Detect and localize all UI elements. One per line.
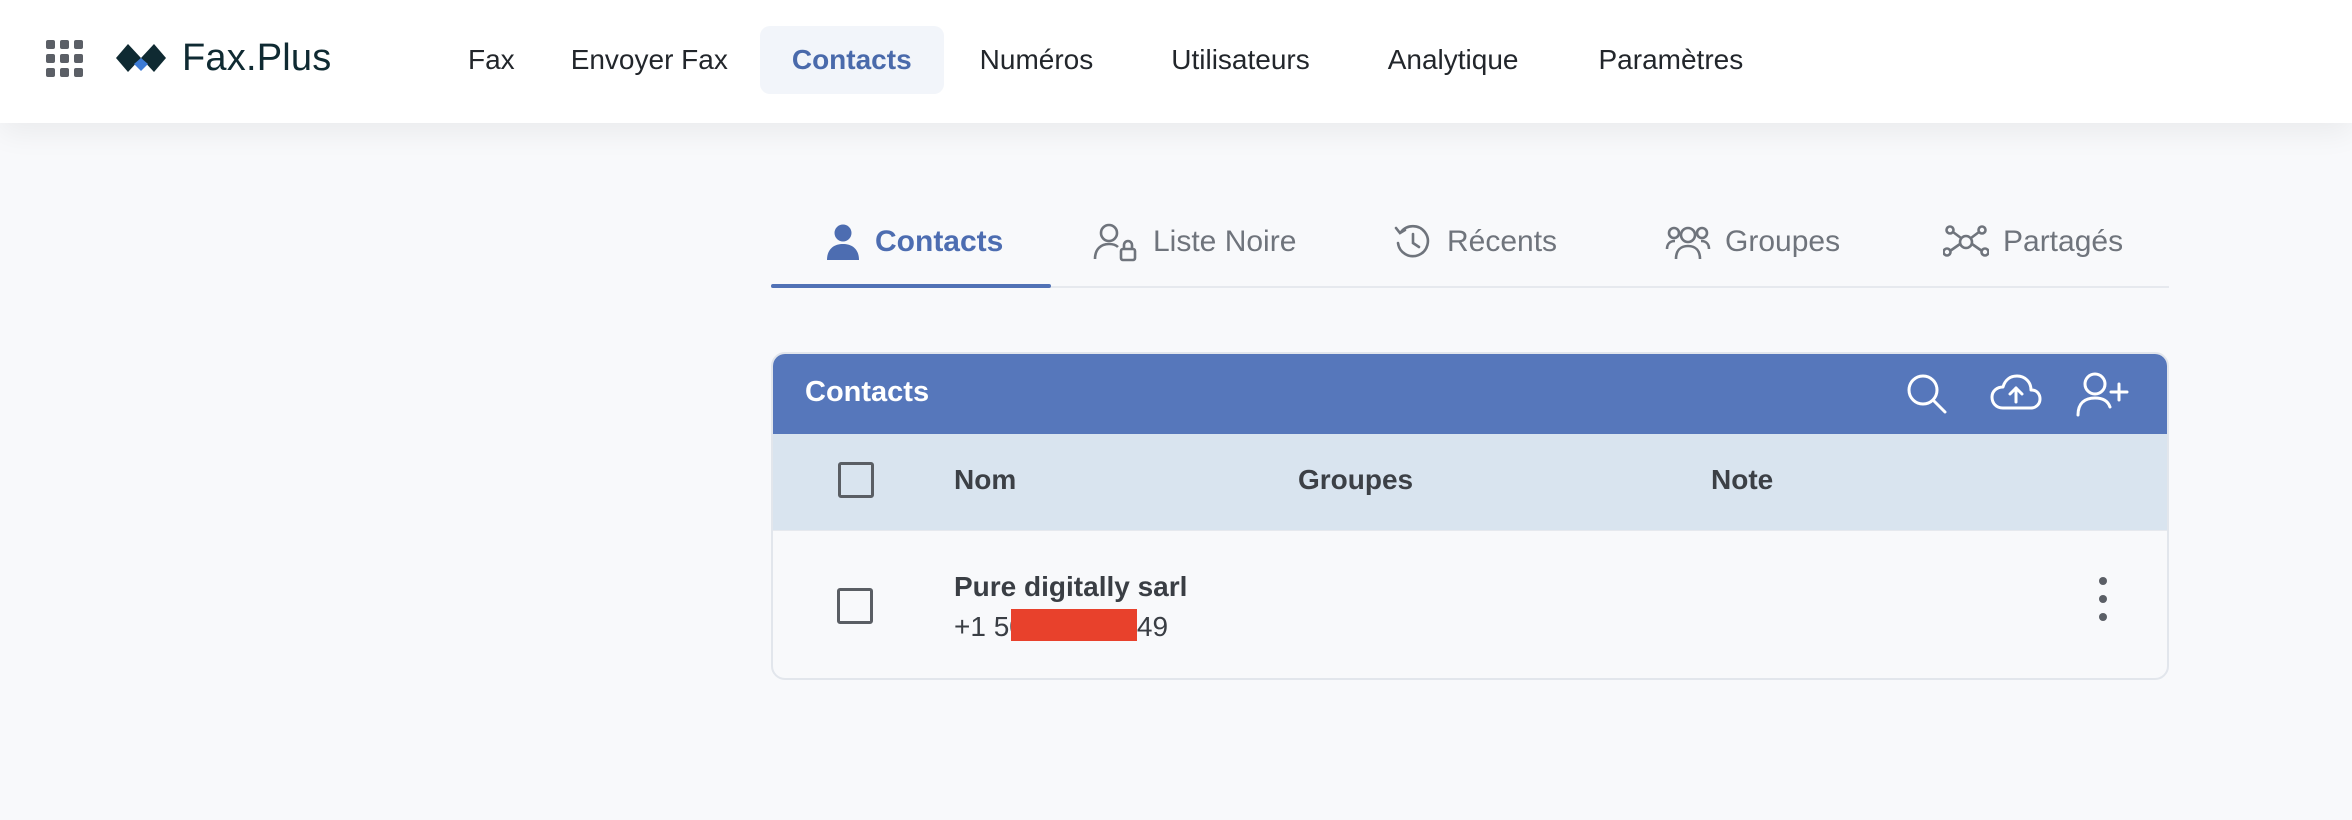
column-groups: Groupes — [1298, 464, 1414, 495]
nav-send-fax[interactable]: Envoyer Fax — [549, 26, 750, 94]
fax-plus-logo-icon — [116, 44, 166, 72]
tab-shared-label: Partagés — [2003, 225, 2124, 258]
table-column-header: Nom Groupes Note — [773, 434, 2167, 530]
tab-shared[interactable]: Partagés — [1943, 196, 2123, 288]
search-icon[interactable] — [1903, 370, 1951, 418]
nav-numbers[interactable]: Numéros — [958, 26, 1116, 94]
person-icon — [827, 224, 859, 260]
contact-name: Pure digitally sarl — [954, 571, 1188, 602]
table-row[interactable]: Pure digitally sarl +1 507-670-4149 — [773, 530, 2167, 678]
group-icon — [1665, 226, 1711, 260]
history-icon — [1394, 224, 1430, 258]
apps-grid-icon[interactable] — [46, 40, 84, 78]
cloud-upload-icon[interactable] — [1989, 370, 2043, 418]
phone-redaction-overlay — [1011, 609, 1137, 641]
logo[interactable]: Fax.Plus — [112, 36, 331, 80]
tab-blacklist[interactable]: Liste Noire — [1093, 196, 1296, 288]
share-network-icon — [1943, 225, 1989, 257]
nav-users[interactable]: Utilisateurs — [1149, 26, 1331, 94]
tab-recents[interactable]: Récents — [1393, 196, 1557, 288]
select-all-checkbox[interactable] — [838, 462, 874, 498]
top-bar: Fax.Plus Fax Envoyer Fax Contacts Numéro… — [0, 0, 2352, 123]
more-options-icon[interactable] — [2083, 569, 2123, 629]
main-nav: Fax Envoyer Fax Contacts Numéros Utilisa… — [446, 26, 1765, 94]
tab-blacklist-label: Liste Noire — [1153, 225, 1297, 258]
nav-analytics[interactable]: Analytique — [1366, 26, 1541, 94]
tab-groups[interactable]: Groupes — [1665, 196, 1840, 288]
contacts-section-tabs: Contacts Liste Noire Récents Groupes Par… — [771, 196, 2169, 288]
nav-contacts[interactable]: Contacts — [759, 26, 944, 94]
column-name: Nom — [954, 464, 1017, 495]
nav-fax[interactable]: Fax — [446, 26, 537, 94]
tab-contacts[interactable]: Contacts — [825, 196, 1003, 288]
column-note: Note — [1711, 464, 1774, 495]
tab-groups-label: Groupes — [1725, 225, 1841, 258]
nav-settings[interactable]: Paramètres — [1577, 26, 1766, 94]
contacts-card: Contacts Nom Groupes Note Pure digitally… — [771, 352, 2169, 680]
active-tab-indicator — [771, 284, 1051, 288]
card-header: Contacts — [773, 354, 2167, 434]
logo-text: Fax.Plus — [182, 36, 332, 79]
tab-contacts-label: Contacts — [875, 225, 1004, 258]
tab-recents-label: Récents — [1447, 225, 1558, 258]
card-title: Contacts — [805, 376, 930, 408]
person-lock-icon — [1093, 223, 1137, 262]
add-person-icon[interactable] — [2075, 370, 2131, 418]
row-checkbox[interactable] — [837, 588, 873, 624]
